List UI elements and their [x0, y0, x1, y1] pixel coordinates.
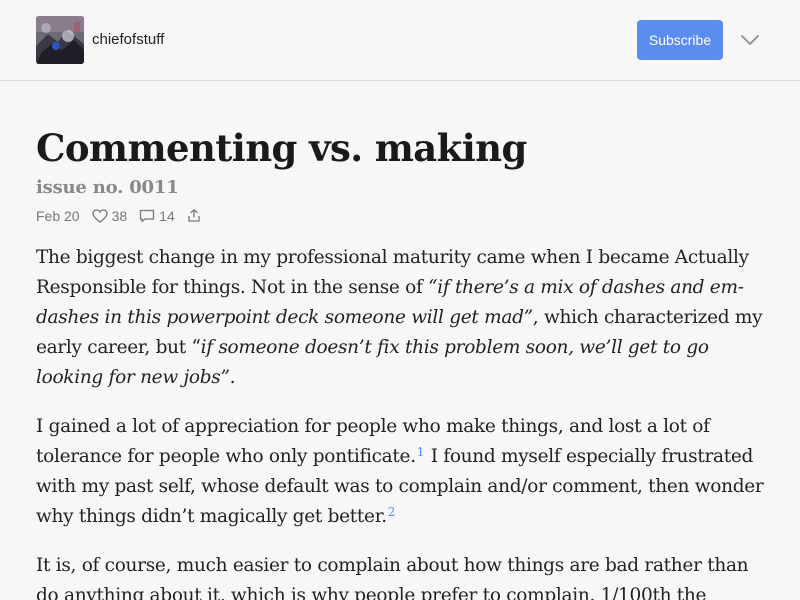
footnote-link-2[interactable]: 2 [388, 505, 396, 519]
chevron-down-icon[interactable] [740, 32, 760, 48]
like-button[interactable]: 38 [91, 208, 128, 224]
paragraph-2: I gained a lot of appreciation for peopl… [36, 412, 764, 532]
footnote-link-1[interactable]: 1 [417, 445, 425, 459]
publication-avatar[interactable] [36, 16, 84, 64]
comment-icon [140, 209, 155, 223]
heart-icon [91, 209, 108, 223]
top-navigation-bar: chiefofstuff Subscribe [0, 0, 800, 81]
post-subtitle: issue no. 0011 [36, 177, 179, 198]
paragraph-1: The biggest change in my professional ma… [36, 243, 764, 393]
share-icon [188, 209, 200, 222]
post-title: Commenting vs. making [36, 126, 527, 170]
post-meta: Feb 20 38 14 [36, 207, 217, 225]
publication-name[interactable]: chiefofstuff [92, 31, 164, 48]
post-body: The biggest change in my professional ma… [36, 243, 764, 600]
subscribe-button[interactable]: Subscribe [637, 20, 723, 60]
post-date: Feb 20 [36, 208, 80, 224]
paragraph-3: It is, of course, much easier to complai… [36, 555, 749, 600]
share-button[interactable] [187, 209, 205, 223]
comment-button[interactable]: 14 [139, 208, 175, 224]
like-count: 38 [111, 208, 128, 224]
comment-count: 14 [159, 208, 175, 224]
publication-avatar-image [36, 16, 84, 64]
